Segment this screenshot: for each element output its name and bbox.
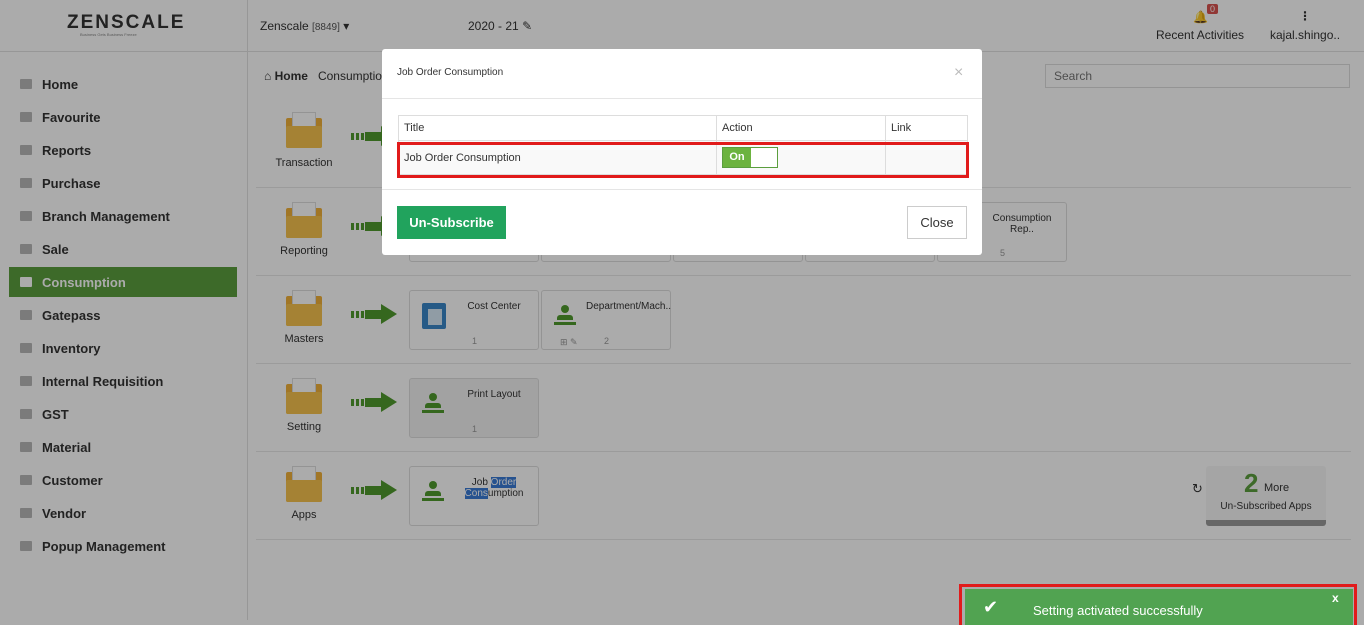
success-toast: ✔ Setting activated successfully x [965,589,1353,625]
close-icon[interactable]: × [954,64,963,82]
close-button[interactable]: Close [907,206,967,239]
row-highlight-outline [397,142,969,178]
toast-message: Setting activated successfully [1033,603,1203,618]
column-header-link: Link [885,115,968,141]
column-header-title: Title [398,115,717,141]
modal-title: Job Order Consumption [397,67,504,78]
toast-close-icon[interactable]: x [1332,591,1339,605]
column-header-action: Action [716,115,886,141]
divider [382,98,982,99]
divider [382,189,982,190]
check-icon: ✔ [983,597,999,617]
subscription-modal: Job Order Consumption × Title Action Lin… [382,49,982,255]
unsubscribe-button[interactable]: Un-Subscribe [397,206,506,239]
